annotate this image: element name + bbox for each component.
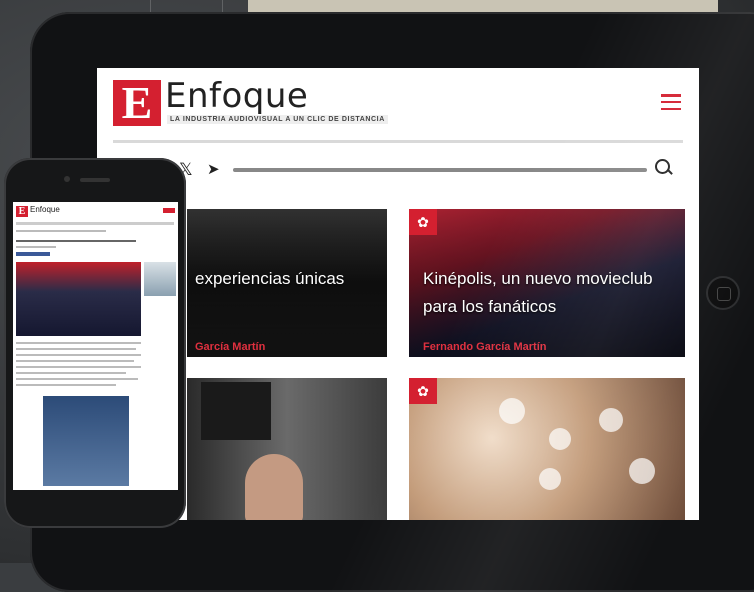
text-line (16, 348, 136, 350)
tablet-screen: E Enfoque LA INDUSTRIA AUDIOVISUAL A UN … (97, 68, 699, 520)
text-line (16, 372, 126, 374)
share-buttons[interactable] (16, 252, 50, 256)
article-title[interactable]: Kinépolis, un nuevo movieclub para los f… (423, 265, 653, 321)
text-line (16, 354, 141, 356)
article-thumbnail[interactable] (144, 262, 176, 296)
nav-bar (16, 222, 174, 225)
network-icons-graphic (499, 398, 659, 498)
category-icon[interactable]: ✿ (409, 378, 437, 404)
person-photo (245, 454, 303, 520)
category-icon[interactable]: ✿ (409, 209, 437, 235)
enfoque-logo[interactable]: E (113, 80, 161, 126)
article-title-line: para los fanáticos (423, 297, 557, 316)
phone-screen: E Enfoque (13, 202, 178, 490)
article-headline (16, 240, 136, 242)
text-line (16, 360, 134, 362)
article-title-line: Kinépolis, un nuevo movieclub (423, 269, 653, 288)
header-divider (113, 140, 683, 143)
article-title[interactable]: experiencias únicas (195, 265, 344, 293)
banner-graphic (201, 382, 271, 440)
article-card[interactable]: ✿ (409, 378, 685, 520)
hamburger-menu-icon[interactable] (661, 94, 681, 110)
article-image (16, 262, 141, 336)
article-card[interactable] (187, 378, 387, 520)
site-name[interactable]: Enfoque (165, 76, 308, 116)
site-tagline: LA INDUSTRIA AUDIOVISUAL A UN CLIC DE DI… (167, 115, 388, 124)
phone-camera (64, 176, 70, 182)
embedded-video[interactable] (43, 396, 129, 486)
site-name[interactable]: Enfoque (30, 205, 60, 214)
article-author[interactable]: García Martín (195, 341, 265, 353)
search-input[interactable] (233, 168, 647, 172)
enfoque-logo[interactable]: E (16, 206, 28, 217)
article-author[interactable]: Fernando García Martín (423, 341, 546, 353)
text-line (16, 378, 138, 380)
menu-button[interactable] (163, 208, 175, 213)
article-card[interactable]: ✿ Kinépolis, un nuevo movieclub para los… (409, 209, 685, 357)
phone-speaker (80, 178, 110, 182)
text-line (16, 342, 141, 344)
text-line (16, 246, 56, 248)
telegram-icon[interactable]: ➤ (207, 160, 220, 178)
text-line (16, 230, 106, 232)
article-card[interactable]: experiencias únicas García Martín (187, 209, 387, 357)
search-icon[interactable] (655, 159, 670, 174)
tablet-home-button[interactable] (706, 276, 740, 310)
text-line (16, 384, 116, 386)
text-line (16, 366, 141, 368)
